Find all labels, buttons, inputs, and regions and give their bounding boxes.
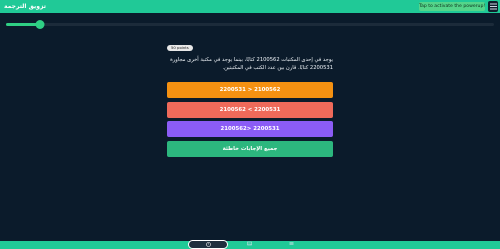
answer-option-1[interactable]: 2100562 < 2200531: [167, 82, 333, 98]
menu-button[interactable]: [488, 1, 498, 12]
list-icon[interactable]: [289, 241, 294, 246]
answer-option-2[interactable]: 2200531 > 2100562: [167, 102, 333, 118]
app-title: تزويق الترجمة: [4, 3, 46, 10]
answer-option-4[interactable]: جميع الإجابات خاطئة: [167, 141, 333, 157]
top-bar: تزويق الترجمة Tap to activate the poweru…: [0, 0, 500, 13]
progress-track: [6, 23, 494, 26]
bottom-nav-pill[interactable]: [188, 240, 228, 249]
answer-option-3[interactable]: 2200531 <2100562: [167, 121, 333, 137]
progress-thumb: [35, 20, 45, 29]
question-text: يوجد في إحدى المكتبات 2100562 كتابًا، بي…: [170, 57, 333, 71]
activate-powerup-button[interactable]: Tap to activate the powerup!: [419, 2, 485, 11]
menu-icon: [489, 3, 497, 10]
progress-bar: [6, 20, 494, 30]
timer-icon[interactable]: [206, 242, 211, 247]
image-icon[interactable]: [247, 241, 252, 246]
points-badge: 50 points: [167, 45, 193, 51]
